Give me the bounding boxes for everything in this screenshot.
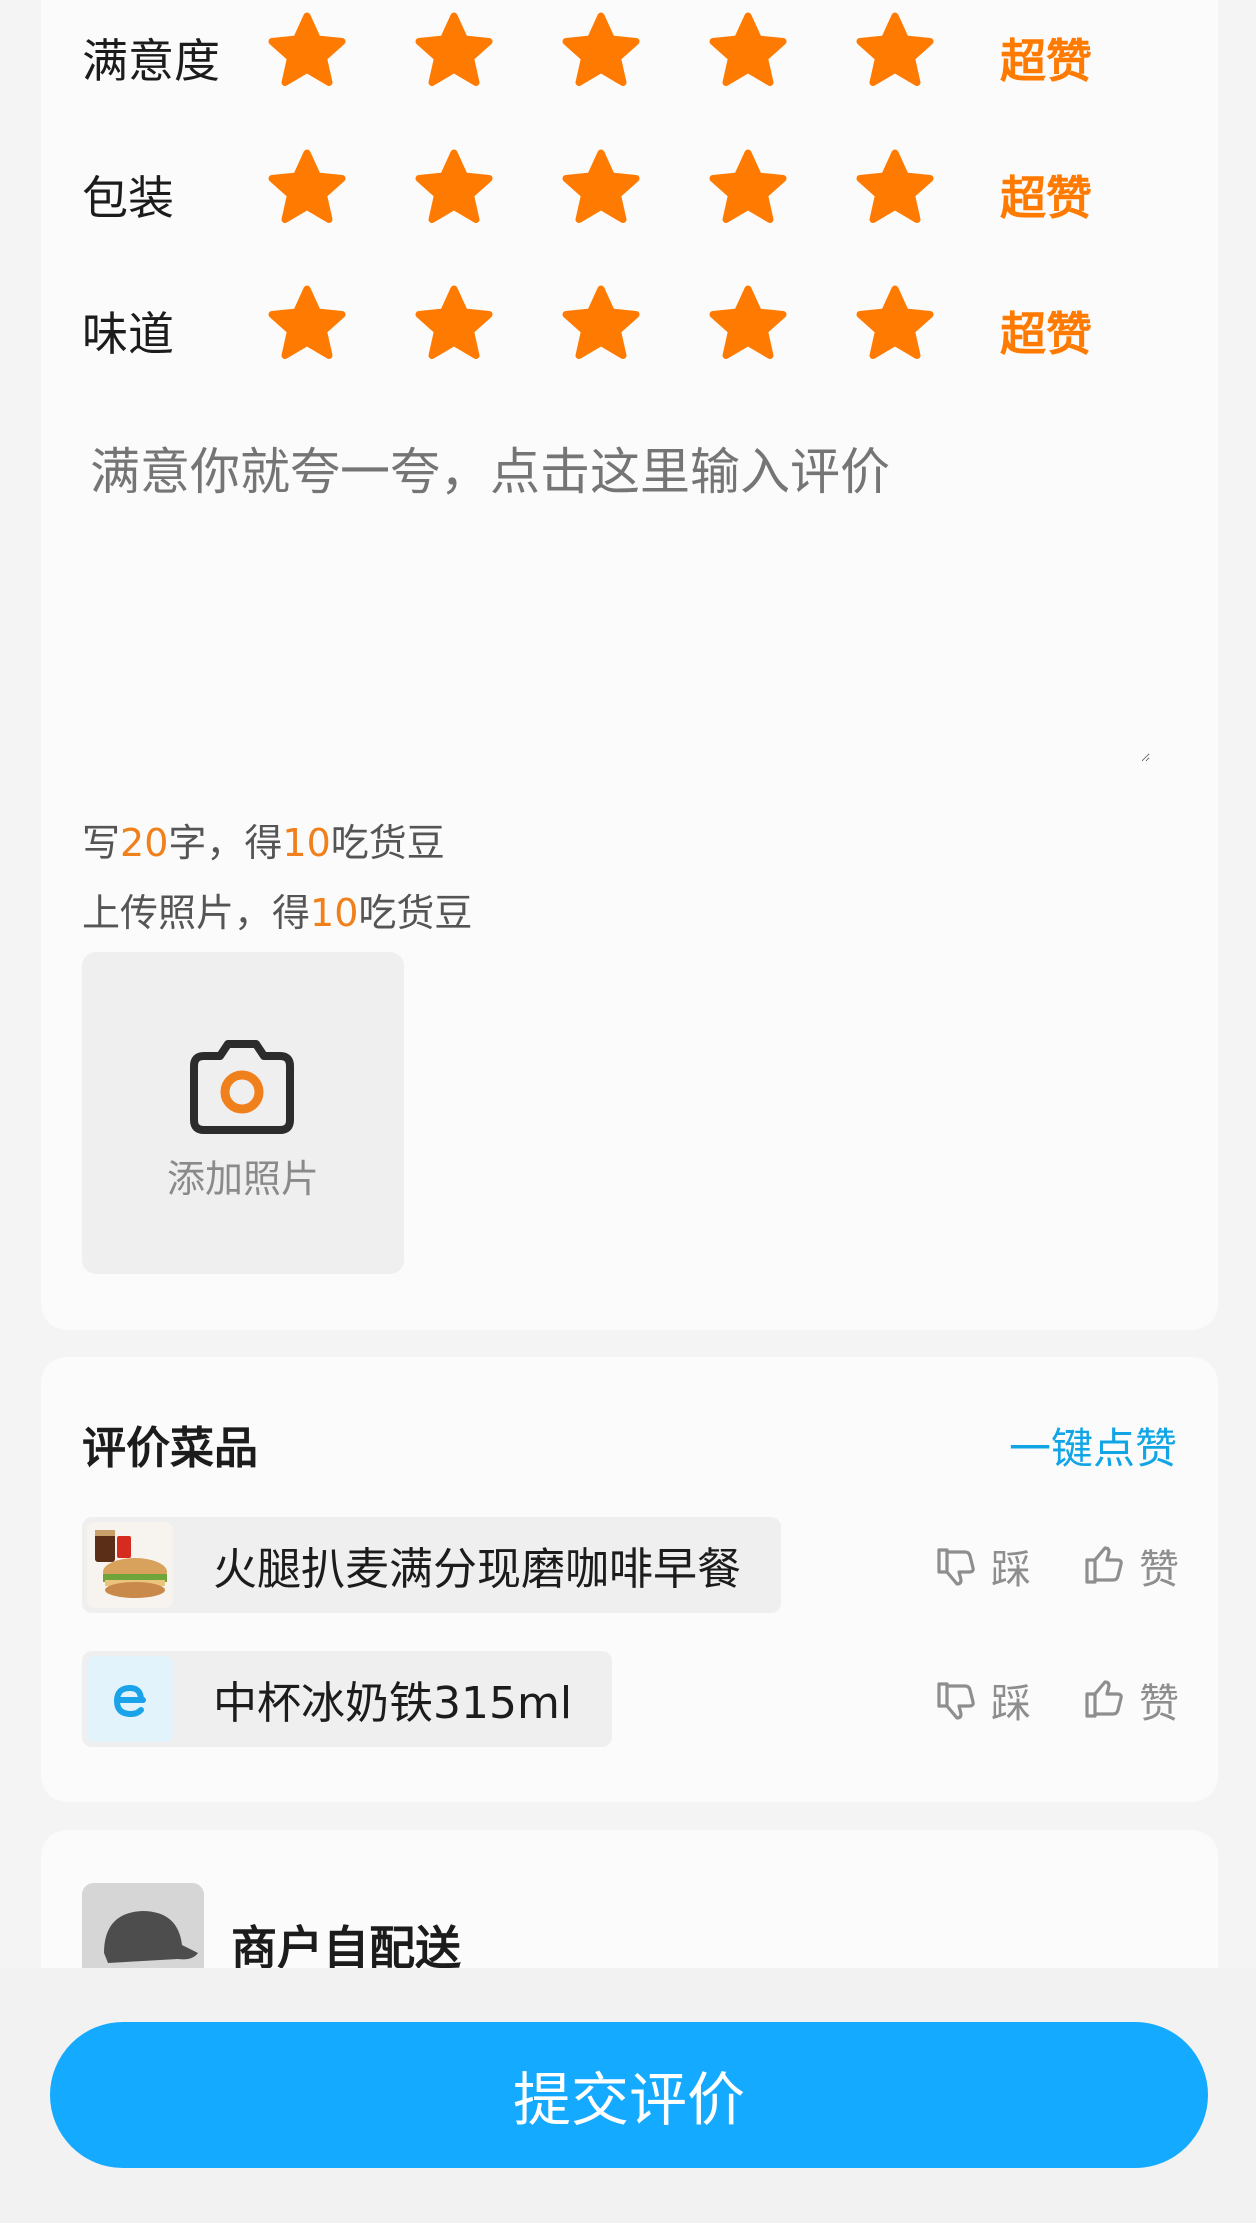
star-icon[interactable] — [266, 12, 348, 94]
star-icon[interactable] — [854, 149, 936, 231]
star-icon[interactable] — [560, 149, 642, 231]
rating-word: 超赞 — [1000, 171, 1092, 225]
dish-section-title: 评价菜品 — [82, 1423, 258, 1474]
thumbs-up-icon — [1081, 1678, 1139, 1722]
like-label: 赞 — [1139, 1681, 1179, 1727]
like-all-button[interactable]: 一键点赞 — [1009, 1415, 1177, 1476]
burger-coffee-thumb — [87, 1522, 173, 1608]
star-icon[interactable] — [854, 285, 936, 367]
dish-review-card: 评价菜品 一键点赞 火腿扒麦满分现磨咖啡早餐 踩 赞 中杯冰奶铁315ml 踩 … — [41, 1357, 1218, 1802]
star-icon[interactable] — [707, 149, 789, 231]
text-reward-note: 写20字，得10吃货豆 — [82, 821, 445, 865]
star-icon[interactable] — [413, 149, 495, 231]
rating-word: 超赞 — [1000, 307, 1092, 361]
dislike-button[interactable]: 踩 — [933, 1537, 1031, 1595]
rating-label: 味道 — [82, 307, 174, 361]
dislike-label: 踩 — [991, 1547, 1031, 1593]
star-icon[interactable] — [854, 12, 936, 94]
dish-item[interactable]: 中杯冰奶铁315ml — [82, 1651, 613, 1747]
camera-icon — [190, 1038, 294, 1134]
star-icon[interactable] — [707, 12, 789, 94]
add-photo-button[interactable]: 添加照片 — [82, 952, 404, 1274]
submit-review-button[interactable]: 提交评价 — [50, 2022, 1208, 2168]
star-icon[interactable] — [266, 285, 348, 367]
like-button[interactable]: 赞 — [1081, 1537, 1179, 1595]
star-icon[interactable] — [413, 12, 495, 94]
thumbs-down-icon — [933, 1678, 991, 1722]
star-icon[interactable] — [413, 285, 495, 367]
like-button[interactable]: 赞 — [1081, 1671, 1179, 1729]
dislike-label: 踩 — [991, 1681, 1031, 1727]
rating-word: 超赞 — [1000, 34, 1092, 88]
dish-name: 火腿扒麦满分现磨咖啡早餐 — [213, 1544, 741, 1595]
add-photo-label: 添加照片 — [166, 1157, 319, 1201]
star-icon[interactable] — [707, 285, 789, 367]
dish-item[interactable]: 火腿扒麦满分现磨咖啡早餐 — [82, 1517, 781, 1613]
rating-label: 包装 — [82, 171, 174, 225]
star-icon[interactable] — [560, 285, 642, 367]
thumbs-down-icon — [933, 1544, 991, 1588]
dislike-button[interactable]: 踩 — [933, 1671, 1031, 1729]
e-logo-thumb — [87, 1656, 173, 1742]
thumbs-up-icon — [1081, 1544, 1139, 1588]
photo-reward-note: 上传照片，得10吃货豆 — [82, 891, 473, 935]
star-icon[interactable] — [266, 149, 348, 231]
like-label: 赞 — [1139, 1547, 1179, 1593]
review-input[interactable] — [90, 432, 1150, 762]
dish-name: 中杯冰奶铁315ml — [213, 1678, 573, 1729]
star-icon[interactable] — [560, 12, 642, 94]
rating-label: 满意度 — [82, 34, 220, 88]
